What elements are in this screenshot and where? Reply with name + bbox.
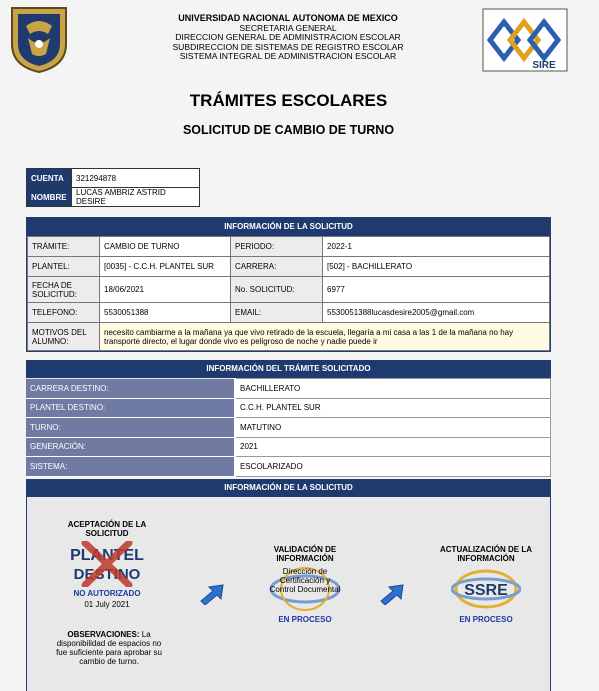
page-header: UNIVERSIDAD NACIONAL AUTONOMA DE MEXICO … <box>0 0 599 85</box>
fecha-value: 18/06/2021 <box>99 276 231 303</box>
periodo-label: PERIODO: <box>230 236 323 257</box>
observaciones: OBSERVACIONES: La disponibilidad de espa… <box>55 630 163 666</box>
cuenta-label: CUENTA <box>26 168 72 188</box>
step1-title: ACEPTACIÓN DE LA SOLICITUD <box>67 520 147 538</box>
sistema-label: SISTEMA: <box>26 456 236 477</box>
periodo-value: 2022-1 <box>322 236 550 257</box>
plantel-label: PLANTEL: <box>27 256 100 277</box>
status-panel: INFORMACIÓN DE LA SOLICITUD ACEPTACIÓN D… <box>26 479 551 691</box>
nombre-value: LUCAS AMBRIZ ASTRID DESIRE <box>71 187 200 207</box>
motivos-value: necesito cambiarme a la mañana ya que vi… <box>99 322 550 351</box>
carrera-destino-label: CARRERA DESTINO: <box>26 378 236 399</box>
turno-label: TURNO: <box>26 417 236 438</box>
cuenta-value: 321294878 <box>71 168 200 188</box>
tramite-info-header: INFORMACIÓN DEL TRÁMITE SOLICITADO <box>26 360 551 378</box>
carrera-label: CARRERA: <box>230 256 323 277</box>
step2-title: VALIDACIÓN DE INFORMACIÓN <box>273 545 337 563</box>
nombre-label: NOMBRE <box>26 187 72 207</box>
sistema-line: SISTEMA INTEGRAL DE ADMINISTRACION ESCOL… <box>179 51 397 62</box>
ssre-logo-text: SSRE <box>464 582 508 599</box>
num-solicitud-value: 6977 <box>322 276 550 303</box>
page-subtitle: SOLICITUD DE CAMBIO DE TURNO <box>182 123 395 137</box>
tramite-info-table: CARRERA DESTINO: BACHILLERATO PLANTEL DE… <box>26 378 551 477</box>
telefono-value: 5530051388 <box>99 302 231 323</box>
sistema-value: ESCOLARIZADO <box>234 456 551 477</box>
institution-heading: UNIVERSIDAD NACIONAL AUTONOMA DE MEXICO … <box>150 13 426 62</box>
plantel-value: [0035] - C.C.H. PLANTEL SUR <box>99 256 231 277</box>
arrow-icon <box>380 584 404 605</box>
solicitud-info-table: TRÁMITE: CAMBIO DE TURNO PERIODO: 2022-1… <box>27 236 550 351</box>
observaciones-label: OBSERVACIONES: <box>67 630 140 639</box>
ssre-logo: SSRE <box>451 569 521 609</box>
certificacion-logo-text: Dirección de Certificación y Control Doc… <box>269 567 341 594</box>
step1-status: NO AUTORIZADO <box>73 589 141 598</box>
turno-value: MATUTINO <box>234 417 551 438</box>
solicitud-info-header: INFORMACIÓN DE LA SOLICITUD <box>27 218 550 236</box>
motivos-label: MOTIVOS DEL ALUMNO: <box>27 322 100 351</box>
telefono-label: TELEFONO: <box>27 302 100 323</box>
status-header: INFORMACIÓN DE LA SOLICITUD <box>27 479 550 497</box>
step3-status: EN PROCESO <box>459 615 513 624</box>
page-title: TRÁMITES ESCOLARES <box>189 91 388 110</box>
tramite-info-panel: INFORMACIÓN DEL TRÁMITE SOLICITADO CARRE… <box>26 360 551 477</box>
arrow-icon <box>200 584 224 605</box>
nombre-row: NOMBRE LUCAS AMBRIZ ASTRID DESIRE <box>26 187 200 207</box>
step1-date: 01 July 2021 <box>84 600 130 609</box>
plantel-destino-label: PLANTEL DESTINO: <box>26 398 236 418</box>
sire-logo-text: SIRE <box>532 60 556 71</box>
generacion-value: 2021 <box>234 436 551 457</box>
tramite-value: CAMBIO DE TURNO <box>99 236 231 257</box>
student-identity-table: CUENTA 321294878 NOMBRE LUCAS AMBRIZ AST… <box>26 168 200 207</box>
step2-status: EN PROCESO <box>278 615 332 624</box>
fecha-label: FECHA DE SOLICITUD: <box>27 276 100 303</box>
carrera-destino-value: BACHILLERATO <box>234 378 551 399</box>
email-value: 5530051388lucasdesire2005@gmail.com <box>322 302 550 323</box>
solicitud-info-panel: INFORMACIÓN DE LA SOLICITUD TRÁMITE: CAM… <box>26 217 551 352</box>
generacion-label: GENERACIÓN: <box>26 437 236 457</box>
carrera-value: [502] - BACHILLERATO <box>322 256 550 277</box>
plantel-destino-value: C.C.H. PLANTEL SUR <box>234 397 551 418</box>
unam-logo <box>11 7 67 74</box>
tramite-label: TRÁMITE: <box>27 236 100 257</box>
sire-logo: SIRE <box>482 8 568 72</box>
email-label: EMAIL: <box>230 302 323 323</box>
step3-title: ACTUALIZACIÓN DE LA INFORMACIÓN <box>440 545 532 563</box>
num-solicitud-label: No. SOLICITUD: <box>230 276 323 303</box>
cuenta-row: CUENTA 321294878 <box>26 168 200 188</box>
plantel-destino-denied-icon: PLANTEL DESTINO <box>70 541 144 587</box>
